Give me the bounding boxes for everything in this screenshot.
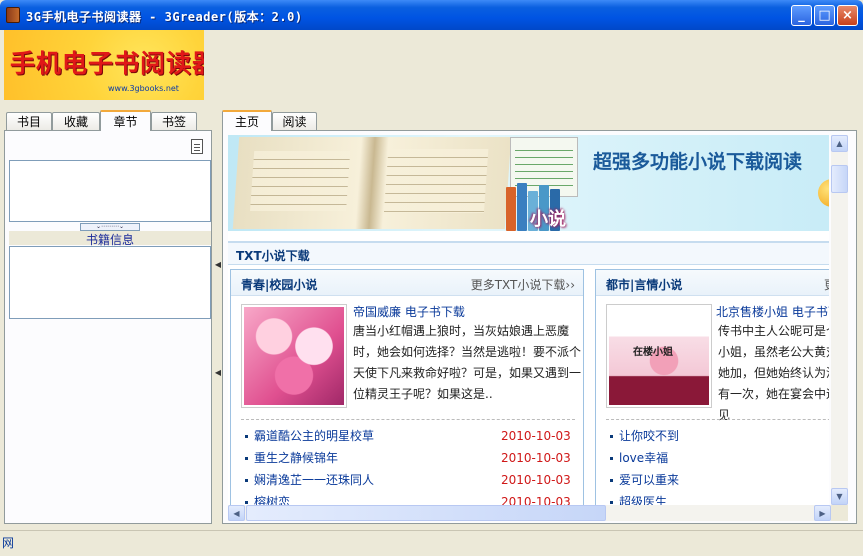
- collapse-left-arrow-icon[interactable]: ◀: [214, 258, 222, 272]
- book-date: 2010-10-03: [501, 451, 571, 465]
- bullet-icon: [610, 435, 613, 438]
- box-header: 青春|校园小说 更多TXT小说下载››: [231, 270, 583, 296]
- list-item[interactable]: 爱可以重来: [610, 469, 679, 491]
- book-title[interactable]: 霸道酷公主的明星校草: [254, 429, 374, 443]
- cover-title-text: 在楼小姐: [633, 347, 673, 358]
- section-title: TXT小说下载: [228, 241, 829, 265]
- box-header: 都市|言情小说 更: [596, 270, 829, 296]
- logo-text: 手机电子书阅读器: [10, 49, 204, 78]
- list-item[interactable]: 榕树恋 2010-10-03: [245, 491, 571, 505]
- scrollbar-corner: [831, 505, 848, 521]
- book-title[interactable]: 爱可以重来: [619, 473, 679, 487]
- web-content: 小说 超强多功能小说下载阅读 TXT小说下载 青春|校园小说 更多TXT小说下载…: [228, 135, 829, 505]
- chapter-panel: ⌄⋯⋯⋯⌄ 书籍信息: [4, 130, 212, 524]
- book-date: 2010-10-03: [501, 495, 571, 505]
- book-title[interactable]: 娴清逸芷一一还珠同人: [254, 473, 374, 487]
- featured-book-link[interactable]: 帝国威廉 电子书下载: [353, 303, 465, 320]
- category-title[interactable]: 都市|言情小说: [606, 276, 682, 293]
- browser-panel: 小说 超强多功能小说下载阅读 TXT小说下载 青春|校园小说 更多TXT小说下载…: [222, 130, 857, 524]
- banner-headline: 超强多功能小说下载阅读: [593, 151, 803, 173]
- tab-book-list[interactable]: 书目: [6, 112, 52, 130]
- scroll-left-icon[interactable]: ◀: [228, 505, 245, 521]
- more-link[interactable]: 更: [824, 276, 829, 293]
- maximize-button[interactable]: □: [814, 5, 835, 26]
- tab-read[interactable]: 阅读: [272, 112, 317, 130]
- list-item[interactable]: love幸福: [610, 447, 679, 469]
- list-item[interactable]: 重生之静候锦年 2010-10-03: [245, 447, 571, 469]
- tab-chapters[interactable]: 章节: [100, 110, 151, 131]
- document-icon[interactable]: [191, 139, 203, 154]
- list-item[interactable]: 霸道酷公主的明星校草 2010-10-03: [245, 425, 571, 447]
- panel-splitter[interactable]: ◀ ◀: [214, 110, 222, 524]
- bullet-icon: [245, 501, 248, 504]
- book-cover[interactable]: 在楼小姐: [606, 304, 712, 408]
- featured-book-description: 传书中主人公昵可是个小姐，虽然老公大黄对她加，但她始终认为没有一次，她在宴会中遇…: [718, 324, 829, 422]
- title-bar: 3G手机电子书阅读器 - 3Greader(版本：2.0) _ □ ×: [0, 0, 863, 30]
- dashed-divider: [606, 419, 829, 420]
- bullet-icon: [610, 479, 613, 482]
- category-box-urban: 都市|言情小说 更 在楼小姐 北京售楼小姐 电子书下 传书中主人公昵可是个小姐，…: [595, 269, 829, 505]
- category-title[interactable]: 青春|校园小说: [241, 276, 317, 293]
- promo-banner[interactable]: 小说 超强多功能小说下载阅读: [228, 135, 829, 231]
- status-text[interactable]: 网: [2, 534, 14, 551]
- book-date: 2010-10-03: [501, 429, 571, 443]
- featured-book-link[interactable]: 北京售楼小姐 电子书下: [716, 303, 829, 320]
- logo-url: www.3gbooks.net: [108, 84, 179, 93]
- book-info-label: 书籍信息: [9, 231, 211, 247]
- collapse-left-arrow-icon-2[interactable]: ◀: [214, 366, 222, 380]
- bullet-icon: [610, 457, 613, 460]
- expand-toggle-button[interactable]: ⌄⋯⋯⋯⌄: [80, 223, 140, 231]
- vertical-scrollbar[interactable]: ▲ ▼: [831, 135, 848, 505]
- bullet-icon: [610, 501, 613, 504]
- horizontal-scrollbar[interactable]: ◀ ▶: [228, 505, 831, 521]
- book-info-box: [9, 246, 211, 319]
- bullet-icon: [245, 435, 248, 438]
- list-item[interactable]: 超级医生: [610, 491, 679, 505]
- banner-badge: 小说: [530, 209, 566, 230]
- book-cover[interactable]: [241, 304, 347, 408]
- category-box-youth: 青春|校园小说 更多TXT小说下载›› 帝国威廉 电子书下载 唐当小红帽遇上狼时…: [230, 269, 584, 505]
- book-list: 让你咬不到 love幸福 爱可以重来 超级医生: [610, 425, 679, 505]
- book-app-icon: [6, 7, 20, 23]
- tab-home[interactable]: 主页: [222, 110, 272, 131]
- scroll-down-icon[interactable]: ▼: [831, 488, 848, 505]
- app-logo: 手机电子书阅读器 www.3gbooks.net: [4, 30, 204, 100]
- banner-ball-decoration: [818, 179, 829, 207]
- cover-illustration: 在楼小姐: [609, 307, 709, 405]
- bullet-icon: [245, 457, 248, 460]
- open-book-image: [232, 137, 512, 229]
- list-item[interactable]: 娴清逸芷一一还珠同人 2010-10-03: [245, 469, 571, 491]
- tab-bookmarks[interactable]: 书签: [151, 112, 197, 130]
- cover-illustration: [244, 307, 344, 405]
- vertical-scroll-thumb[interactable]: [831, 165, 848, 193]
- featured-book-description: 唐当小红帽遇上狼时，当灰姑娘遇上恶魔时，她会如何选择？当然是逃啦！要不派个天使下…: [353, 324, 582, 401]
- scroll-right-icon[interactable]: ▶: [814, 505, 831, 521]
- book-title[interactable]: 榕树恋: [254, 495, 290, 505]
- book-date: 2010-10-03: [501, 473, 571, 487]
- chapter-list[interactable]: [9, 160, 211, 222]
- dashed-divider: [241, 419, 575, 420]
- minimize-button[interactable]: _: [791, 5, 812, 26]
- close-button[interactable]: ×: [837, 5, 858, 26]
- bullet-icon: [245, 479, 248, 482]
- window-title: 3G手机电子书阅读器 - 3Greader(版本：2.0): [26, 10, 303, 24]
- book-title[interactable]: love幸福: [619, 451, 668, 465]
- list-item[interactable]: 让你咬不到: [610, 425, 679, 447]
- book-title[interactable]: 重生之静候锦年: [254, 451, 338, 465]
- tab-favorites[interactable]: 收藏: [52, 112, 100, 130]
- horizontal-scroll-thumb[interactable]: [246, 505, 606, 521]
- status-bar: 网: [0, 530, 863, 556]
- scroll-up-icon[interactable]: ▲: [831, 135, 848, 152]
- book-title[interactable]: 超级医生: [619, 495, 667, 505]
- more-link[interactable]: 更多TXT小说下载››: [471, 276, 575, 293]
- book-title[interactable]: 让你咬不到: [619, 429, 679, 443]
- book-list: 霸道酷公主的明星校草 2010-10-03 重生之静候锦年 2010-10-03 娴…: [245, 425, 571, 505]
